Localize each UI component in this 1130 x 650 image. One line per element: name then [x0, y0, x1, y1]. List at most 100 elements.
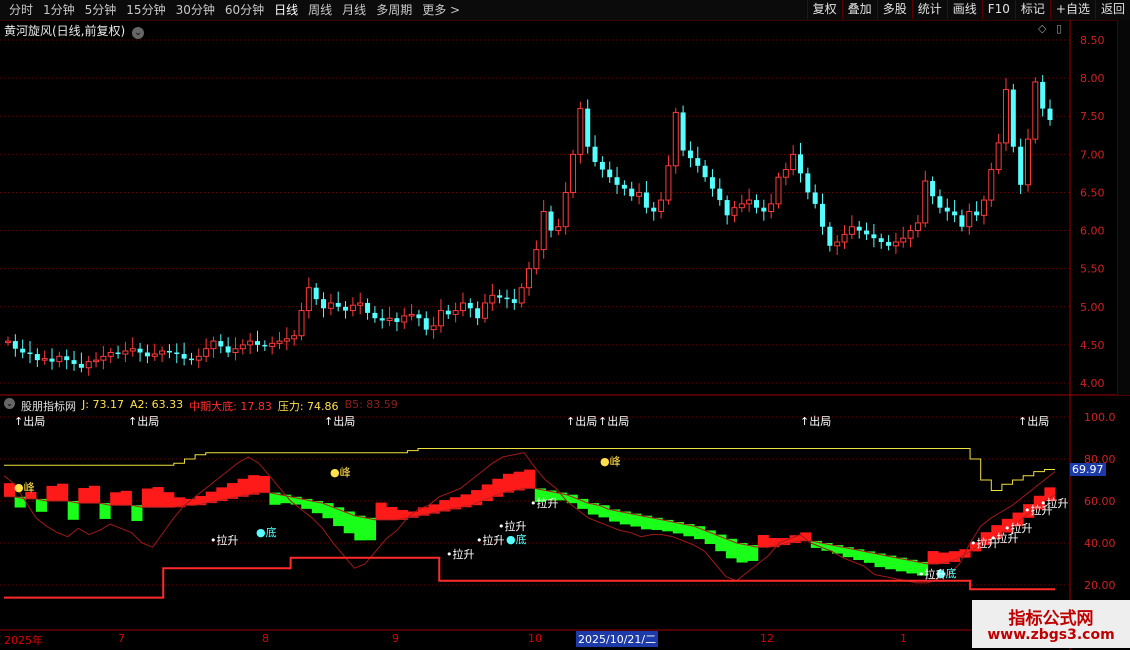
candle-body	[283, 338, 290, 342]
candle-body	[607, 169, 613, 178]
candle-body	[658, 199, 665, 212]
price-tick-label: 5.00	[1080, 301, 1105, 314]
candle-body	[1018, 146, 1024, 185]
candle-body	[570, 153, 577, 193]
candle-body	[511, 299, 517, 303]
rise-band	[248, 475, 260, 495]
indicator-a2-value: A2: 63.33	[129, 398, 184, 411]
candle-body	[305, 287, 312, 312]
date-label: 8	[262, 632, 269, 645]
candle-body	[738, 203, 745, 209]
indicator-tick-label: 60.00	[1084, 495, 1116, 508]
indicator-toggle-icon[interactable]: ⌄	[4, 398, 15, 409]
candle-body	[27, 352, 33, 355]
price-tick-label: 7.50	[1080, 110, 1105, 123]
candle-body	[379, 318, 385, 321]
candle-body	[100, 355, 107, 361]
candle-body	[321, 299, 327, 309]
rise-band	[46, 485, 58, 501]
candle-body	[562, 191, 569, 228]
candle-body	[761, 207, 767, 212]
date-label: 1	[900, 632, 907, 645]
candle-body	[1010, 89, 1016, 147]
candle-body	[864, 230, 870, 235]
candle-body	[988, 169, 995, 201]
price-tick-label: 6.00	[1080, 225, 1105, 238]
signal-lift-label: •拉升	[918, 568, 947, 581]
candle-body	[555, 226, 562, 232]
candle-body	[416, 314, 422, 319]
candle-body	[724, 200, 730, 216]
rise-band	[258, 476, 270, 493]
candle-body	[914, 222, 921, 232]
watermark-logo: 指标公式网 www.zbgs3.com	[972, 600, 1130, 648]
rise-band	[524, 469, 536, 489]
fall-band	[67, 501, 79, 520]
candle-body	[805, 173, 811, 193]
candle-body	[71, 360, 77, 364]
candle-body	[12, 341, 18, 349]
candle-body	[1040, 81, 1046, 109]
candle-body	[298, 310, 305, 337]
candle-body	[621, 184, 627, 189]
signal-lift-label: •拉升	[530, 497, 559, 510]
signal-peak-label: ●峰	[330, 466, 351, 479]
candle-body	[129, 348, 136, 352]
candle-body	[687, 150, 693, 159]
price-tick-label: 4.50	[1080, 339, 1105, 352]
candle-body	[232, 348, 239, 354]
candle-body	[672, 111, 679, 167]
chart-canvas: 8.50 8.00 7.50 7.00 6.50 6.00 5.50 5.00 4.50 4.00…	[0, 20, 1130, 650]
candle-body	[481, 302, 488, 319]
candle-body	[151, 353, 158, 357]
indicator-pressure-value: 压力: 74.86	[277, 400, 339, 413]
candle-body	[5, 340, 11, 344]
candle-body	[144, 352, 150, 357]
candle-body	[937, 196, 943, 208]
candle-body	[203, 348, 210, 357]
rise-band	[237, 478, 249, 497]
signal-out-label: ↑出局	[14, 415, 46, 428]
candle-body	[313, 287, 319, 300]
price-tick-label: 7.00	[1080, 148, 1105, 161]
price-tick-label: 5.50	[1080, 263, 1105, 276]
candle-body	[225, 346, 231, 353]
indicator-tick-label: 100.0	[1084, 411, 1116, 424]
candle-body	[386, 317, 393, 321]
candle-body	[1032, 81, 1039, 140]
signal-out-label: ↑出局	[800, 415, 832, 428]
indicator-j-value: J: 73.17	[82, 398, 124, 411]
date-label: 2025年	[4, 634, 43, 647]
signal-lift-label: •拉升	[446, 548, 475, 561]
candle-body	[107, 352, 114, 357]
indicator-series	[3, 448, 1056, 599]
fall-band	[736, 543, 748, 563]
date-label: 9	[392, 632, 399, 645]
indicator-title-bar: ⌄ 股朋指标网 J: 73.17 A2: 63.33 中期大底: 17.83 压…	[4, 398, 398, 414]
candle-body	[291, 335, 298, 340]
candle-body	[394, 318, 400, 323]
candle-body	[636, 191, 643, 197]
price-tick-label: 8.50	[1080, 34, 1105, 47]
signal-lift-label: •拉升	[210, 534, 239, 547]
watermark-title: 指标公式网	[1008, 609, 1094, 629]
candle-body	[980, 199, 987, 216]
candle-body	[437, 310, 444, 327]
candle-body	[966, 211, 973, 228]
indicator-name: 股朋指标网	[21, 400, 76, 413]
candle-body	[489, 294, 496, 304]
rise-band	[120, 490, 132, 506]
date-cursor-label: 2025/10/21/二	[576, 631, 659, 647]
indicator-tick-label: 40.00	[1084, 537, 1116, 550]
candle-body	[775, 176, 782, 205]
candle-body	[841, 233, 848, 243]
candle-body	[41, 358, 48, 361]
candle-body	[900, 237, 907, 243]
candle-body	[408, 313, 415, 317]
candle-body	[365, 302, 371, 313]
rise-band	[757, 535, 769, 548]
price-tick-label: 4.00	[1080, 377, 1105, 390]
candle-body	[702, 165, 708, 178]
rise-band	[386, 506, 398, 520]
rise-band	[513, 471, 525, 491]
